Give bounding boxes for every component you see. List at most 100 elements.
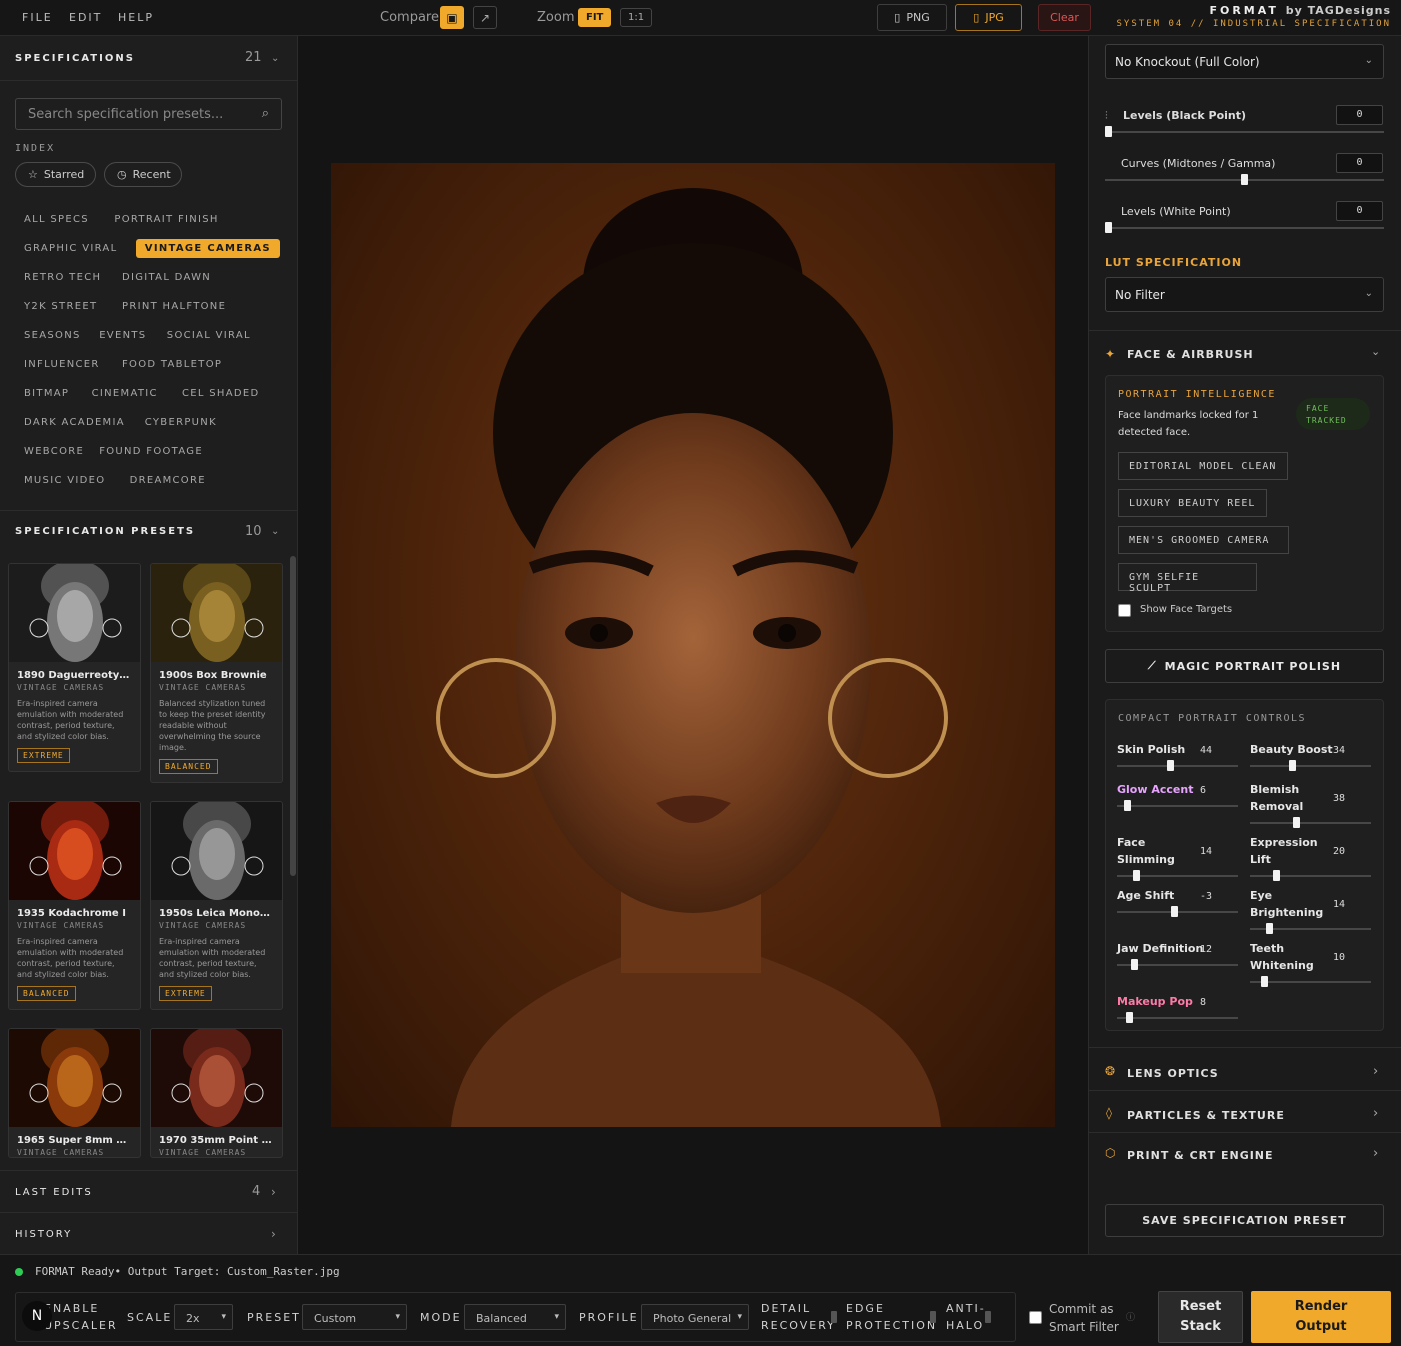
levels-white-handle[interactable] xyxy=(1105,222,1112,233)
category-retro-tech[interactable]: RETRO TECH xyxy=(15,268,110,287)
lut-select[interactable]: No Filter ⌄ xyxy=(1105,277,1384,312)
preset-card[interactable]: 1935 Kodachrome I VINTAGE CAMERAS Era-insp… xyxy=(8,801,141,1010)
category-webcore[interactable]: WEBCORE xyxy=(15,442,93,461)
preset-editorial-model-clean[interactable]: EDITORIAL MODEL CLEAN xyxy=(1118,452,1288,480)
edge-protection-toggle[interactable] xyxy=(930,1311,936,1323)
control-slider-handle[interactable] xyxy=(1293,817,1301,828)
slider-track[interactable] xyxy=(1105,131,1384,133)
slider-track[interactable] xyxy=(1105,227,1384,229)
curves-handle[interactable] xyxy=(1241,174,1248,185)
preset-luxury-beauty-reel[interactable]: LUXURY BEAUTY REEL xyxy=(1118,489,1267,517)
category-print-halftone[interactable]: PRINT HALFTONE xyxy=(113,297,235,316)
control-value[interactable]: 38 xyxy=(1333,793,1373,804)
control-slider-track[interactable] xyxy=(1250,822,1371,824)
zoom-fit-button[interactable]: FIT xyxy=(578,8,612,27)
mode-select[interactable]: Balanced ▾ xyxy=(464,1304,566,1330)
control-slider-handle[interactable] xyxy=(1265,923,1273,934)
levels-black-handle[interactable] xyxy=(1105,126,1112,137)
control-slider-track[interactable] xyxy=(1117,765,1238,767)
control-slider-track[interactable] xyxy=(1117,1017,1238,1019)
control-slider-track[interactable] xyxy=(1250,875,1371,877)
category-social-viral[interactable]: SOCIAL VIRAL xyxy=(158,326,260,345)
category-seasons[interactable]: SEASONS xyxy=(15,326,90,345)
category-portrait-finish[interactable]: PORTRAIT FINISH xyxy=(105,210,227,229)
preset-select[interactable]: Custom ▾ xyxy=(302,1304,407,1330)
control-slider-track[interactable] xyxy=(1250,765,1371,767)
levels-black-input[interactable]: 0 xyxy=(1336,105,1383,125)
curves-input[interactable]: 0 xyxy=(1336,153,1383,173)
compare-split-button[interactable]: ▣ xyxy=(440,6,464,29)
render-output-button[interactable]: Render Output xyxy=(1251,1291,1391,1343)
control-slider-handle[interactable] xyxy=(1130,959,1138,970)
clear-button[interactable]: Clear xyxy=(1038,4,1091,31)
control-value[interactable]: 8 xyxy=(1200,997,1240,1008)
category-found-footage[interactable]: FOUND FOOTAGE xyxy=(90,442,212,461)
control-slider-handle[interactable] xyxy=(1123,800,1131,811)
chevron-down-icon[interactable]: ⌄ xyxy=(271,526,279,537)
category-food-tabletop[interactable]: FOOD TABLETOP xyxy=(113,355,231,374)
portrait-image[interactable] xyxy=(331,163,1055,1127)
preset-card[interactable]: 1890 Daguerreotype VINTAGE CAMERAS Era-ins… xyxy=(8,563,141,772)
commit-smart-filter-checkbox[interactable] xyxy=(1029,1311,1042,1324)
control-slider-handle[interactable] xyxy=(1132,870,1140,881)
category-bitmap[interactable]: BITMAP xyxy=(15,384,78,403)
category-music-video[interactable]: MUSIC VIDEO xyxy=(15,471,114,490)
profile-select[interactable]: Photo General ▾ xyxy=(641,1304,749,1330)
compare-open-button[interactable]: ↗ xyxy=(473,6,497,29)
save-preset-button[interactable]: SAVE SPECIFICATION PRESET xyxy=(1105,1204,1384,1237)
detail-recovery-toggle[interactable] xyxy=(831,1311,837,1323)
reset-stack-button[interactable]: Reset Stack xyxy=(1158,1291,1243,1343)
control-slider-handle[interactable] xyxy=(1288,760,1296,771)
menu-file[interactable]: FILE xyxy=(22,11,53,24)
knockout-select[interactable]: No Knockout (Full Color) ⌄ xyxy=(1105,44,1384,79)
print-crt-header[interactable]: ⬡ PRINT & CRT ENGINE › xyxy=(1089,1142,1401,1170)
scale-select[interactable]: 2x ▾ xyxy=(174,1304,233,1330)
control-value[interactable]: 12 xyxy=(1200,944,1240,955)
category-cel-shaded[interactable]: CEL SHADED xyxy=(173,384,268,403)
menu-help[interactable]: HELP xyxy=(118,11,154,24)
anti-halo-toggle[interactable] xyxy=(985,1311,991,1323)
control-value[interactable]: 6 xyxy=(1200,785,1240,796)
category-dreamcore[interactable]: DREAMCORE xyxy=(121,471,215,490)
preset-mens-groomed-camera[interactable]: MEN'S GROOMED CAMERA xyxy=(1118,526,1289,554)
export-jpg-button[interactable]: ▯ JPG xyxy=(955,4,1022,31)
menu-edit[interactable]: EDIT xyxy=(69,11,102,24)
control-value[interactable]: 20 xyxy=(1333,846,1373,857)
control-value[interactable]: 14 xyxy=(1200,846,1240,857)
control-slider-handle[interactable] xyxy=(1261,976,1269,987)
enable-upscaler-toggle[interactable]: ENABLE UPSCALER xyxy=(44,1300,118,1334)
category-y2k-street[interactable]: Y2K STREET xyxy=(15,297,106,316)
control-value[interactable]: 34 xyxy=(1333,745,1373,756)
preset-card[interactable]: 1965 Super 8mm Film VINTAGE CAMERAS xyxy=(8,1028,141,1158)
face-airbrush-header[interactable]: ✦ FACE & AIRBRUSH ⌄ xyxy=(1089,341,1401,371)
category-graphic-viral[interactable]: GRAPHIC VIRAL xyxy=(15,239,126,258)
control-value[interactable]: 44 xyxy=(1200,745,1240,756)
preset-card[interactable]: 1950s Leica Monochrome VINTAGE CAMERAS Era… xyxy=(150,801,283,1010)
levels-white-input[interactable]: 0 xyxy=(1336,201,1383,221)
preset-card[interactable]: 1970 35mm Point & Shoot VINTAGE CAMERAS xyxy=(150,1028,283,1158)
preset-gym-selfie-sculpt[interactable]: GYM SELFIE SCULPT xyxy=(1118,563,1257,594)
last-edits-row[interactable]: LAST EDITS 4 › xyxy=(0,1170,298,1212)
particles-texture-header[interactable]: ◊ PARTICLES & TEXTURE › xyxy=(1089,1102,1401,1130)
lens-optics-header[interactable]: ❂ LENS OPTICS › xyxy=(1089,1060,1401,1088)
category-events[interactable]: EVENTS xyxy=(90,326,155,345)
category-dark-academia[interactable]: DARK ACADEMIA xyxy=(15,413,134,432)
category-all-specs[interactable]: ALL SPECS xyxy=(15,210,98,229)
category-vintage-cameras[interactable]: VINTAGE CAMERAS xyxy=(135,239,280,258)
control-slider-handle[interactable] xyxy=(1126,1012,1134,1023)
show-face-targets-checkbox[interactable] xyxy=(1118,604,1131,617)
category-cyberpunk[interactable]: CYBERPUNK xyxy=(136,413,226,432)
category-digital-dawn[interactable]: DIGITAL DAWN xyxy=(113,268,220,287)
chevron-down-icon[interactable]: ⌄ xyxy=(271,53,279,64)
control-value[interactable]: 10 xyxy=(1333,952,1373,963)
avatar[interactable]: N xyxy=(22,1301,52,1331)
preset-card[interactable]: 1900s Box Brownie VINTAGE CAMERAS Balanced… xyxy=(150,563,283,783)
control-slider-handle[interactable] xyxy=(1272,870,1280,881)
magic-portrait-polish-button[interactable]: ⟋ MAGIC PORTRAIT POLISH xyxy=(1105,649,1384,683)
control-slider-track[interactable] xyxy=(1250,981,1371,983)
history-row[interactable]: HISTORY › xyxy=(0,1212,298,1254)
scrollbar[interactable] xyxy=(290,556,296,876)
control-value[interactable]: -3 xyxy=(1200,891,1240,902)
category-cinematic[interactable]: CINEMATIC xyxy=(83,384,167,403)
search-input[interactable]: Search specification presets... ⌕ xyxy=(15,98,282,130)
